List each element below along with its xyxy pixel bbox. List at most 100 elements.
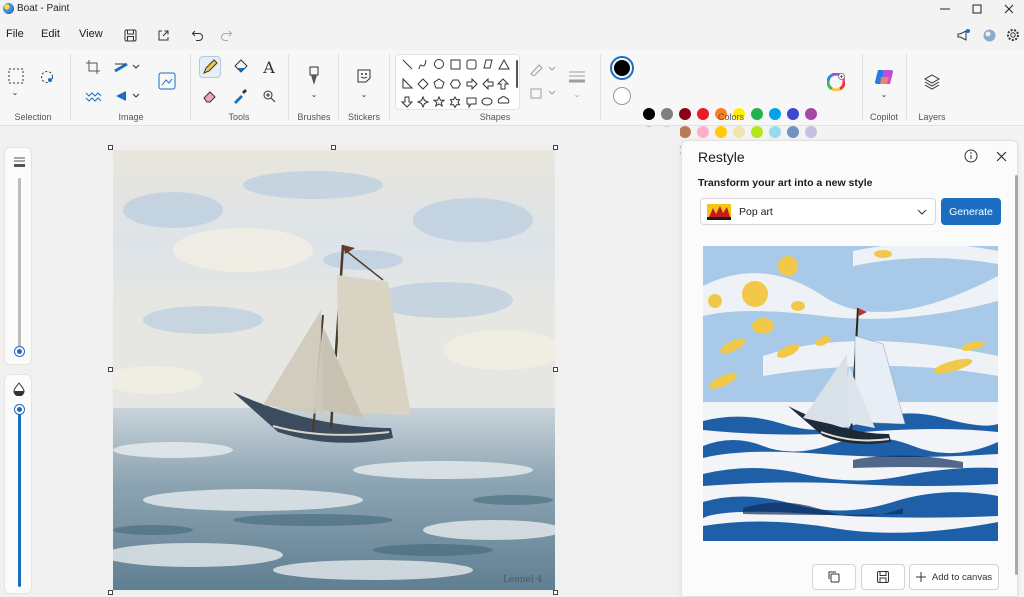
color-swatch[interactable] bbox=[715, 126, 727, 138]
copilot-dropdown[interactable]: ⌄ bbox=[879, 90, 889, 99]
magnifier-button[interactable] bbox=[259, 86, 279, 106]
color-swatch[interactable] bbox=[733, 126, 745, 138]
selection-dropdown[interactable]: ⌄ bbox=[10, 87, 20, 97]
save-image-button[interactable] bbox=[861, 564, 905, 590]
fill-icon bbox=[530, 88, 556, 99]
ribbon-toolbar: ⌄ Selection Image A Tools ⌄ Brushes ⌄ St… bbox=[0, 50, 1024, 156]
secondary-color-button[interactable] bbox=[613, 87, 631, 105]
right-arrow-icon bbox=[466, 77, 478, 91]
opacity-track bbox=[18, 409, 21, 587]
save-button[interactable] bbox=[121, 26, 139, 44]
resize-handle[interactable] bbox=[108, 590, 113, 595]
resize-handle[interactable] bbox=[553, 590, 558, 595]
color-swatch[interactable] bbox=[769, 126, 781, 138]
brushes-button[interactable] bbox=[304, 64, 324, 88]
text-tool-button[interactable]: A bbox=[259, 57, 279, 77]
close-panel-button[interactable] bbox=[993, 148, 1009, 164]
panel-scrollbar[interactable] bbox=[1015, 175, 1018, 575]
primary-color-swatch bbox=[614, 60, 630, 76]
chevron-down-icon: ⌄ bbox=[11, 87, 19, 97]
brushes-dropdown[interactable]: ⌄ bbox=[309, 90, 319, 99]
rectangle-select-button[interactable] bbox=[6, 66, 26, 86]
pattern-icon bbox=[85, 92, 101, 102]
image-generator-button[interactable] bbox=[156, 70, 178, 92]
line-width-dropdown[interactable]: ⌄ bbox=[572, 89, 582, 99]
color-swatch[interactable] bbox=[805, 126, 817, 138]
style-dropdown[interactable]: Pop art bbox=[700, 198, 936, 225]
pencil-tool-button[interactable] bbox=[199, 56, 221, 78]
shape-outline-button[interactable] bbox=[528, 60, 558, 78]
copilot-button[interactable] bbox=[872, 66, 896, 88]
image-effects-button[interactable] bbox=[84, 87, 102, 105]
info-icon bbox=[964, 149, 978, 163]
color-picker-button[interactable] bbox=[230, 86, 250, 106]
eraser-tool-button[interactable] bbox=[200, 86, 220, 106]
divider bbox=[338, 54, 339, 120]
rotate-button[interactable] bbox=[112, 87, 142, 105]
four-point-star-icon bbox=[416, 95, 430, 109]
brush-icon bbox=[309, 66, 319, 85]
copy-button[interactable] bbox=[812, 564, 856, 590]
resize-handle[interactable] bbox=[331, 145, 336, 150]
color-swatch[interactable] bbox=[679, 126, 691, 138]
add-to-canvas-button[interactable]: Add to canvas bbox=[909, 564, 999, 590]
resize-button[interactable] bbox=[112, 58, 142, 76]
minimize-button[interactable] bbox=[930, 0, 960, 18]
generate-button[interactable]: Generate bbox=[941, 198, 1001, 225]
menu-view[interactable]: View bbox=[79, 28, 103, 40]
free-select-button[interactable] bbox=[38, 68, 56, 86]
brush-size-slider-panel bbox=[4, 147, 32, 365]
color-swatch[interactable] bbox=[751, 126, 763, 138]
down-arrow-icon bbox=[400, 96, 414, 108]
opacity-drop-icon bbox=[13, 382, 25, 396]
edit-colors-button[interactable] bbox=[826, 72, 846, 92]
info-button[interactable] bbox=[963, 148, 979, 164]
opacity-slider-thumb[interactable] bbox=[15, 405, 24, 414]
settings-button[interactable] bbox=[1004, 26, 1022, 44]
account-button[interactable] bbox=[980, 26, 998, 44]
sticker-icon bbox=[357, 69, 371, 83]
fill-tool-button[interactable] bbox=[230, 57, 250, 77]
shapes-gallery bbox=[395, 54, 520, 110]
color-swatch[interactable] bbox=[787, 126, 799, 138]
oval-callout-icon bbox=[481, 97, 493, 106]
resize-handle[interactable] bbox=[553, 145, 558, 150]
brush-size-icon bbox=[14, 157, 25, 167]
save-icon bbox=[877, 571, 889, 583]
divider bbox=[288, 54, 289, 120]
primary-color-button[interactable] bbox=[610, 56, 634, 80]
style-dropdown-value: Pop art bbox=[739, 206, 773, 218]
undo-button[interactable] bbox=[188, 26, 206, 44]
redo-button[interactable] bbox=[217, 26, 235, 44]
notifications-button[interactable] bbox=[954, 26, 972, 44]
shape-fill-button[interactable] bbox=[528, 84, 558, 102]
stickers-dropdown[interactable]: ⌄ bbox=[359, 89, 369, 99]
chevron-down-icon: ⌄ bbox=[360, 89, 368, 99]
pop-art-boat-image bbox=[703, 246, 998, 541]
menu-edit[interactable]: Edit bbox=[41, 28, 60, 40]
resize-handle[interactable] bbox=[108, 145, 113, 150]
drawing-canvas[interactable]: Leonel 4 bbox=[113, 150, 555, 590]
layers-button[interactable] bbox=[921, 72, 943, 92]
copilot-icon bbox=[875, 70, 893, 84]
resize-handle[interactable] bbox=[553, 367, 558, 372]
restyle-preview-image[interactable] bbox=[703, 246, 998, 541]
crop-button[interactable] bbox=[84, 58, 102, 76]
chevron-down-icon: ⌄ bbox=[573, 89, 581, 99]
close-button[interactable] bbox=[994, 0, 1024, 18]
resize-handle[interactable] bbox=[108, 367, 113, 372]
menu-file[interactable]: File bbox=[6, 28, 24, 40]
share-button[interactable] bbox=[154, 26, 172, 44]
five-point-star-icon bbox=[432, 95, 446, 108]
maximize-button[interactable] bbox=[962, 0, 992, 18]
color-swatch[interactable] bbox=[697, 126, 709, 138]
pentagon-icon bbox=[433, 78, 445, 89]
shapes-scrollbar[interactable] bbox=[516, 60, 518, 88]
stickers-button[interactable] bbox=[354, 66, 374, 86]
restyle-panel: Restyle Transform your art into a new st… bbox=[681, 140, 1018, 597]
close-icon bbox=[1004, 4, 1014, 14]
brush-size-slider-thumb[interactable] bbox=[15, 347, 24, 356]
line-icon bbox=[402, 59, 413, 70]
line-width-button[interactable] bbox=[566, 68, 588, 86]
zoom-icon bbox=[263, 90, 276, 103]
